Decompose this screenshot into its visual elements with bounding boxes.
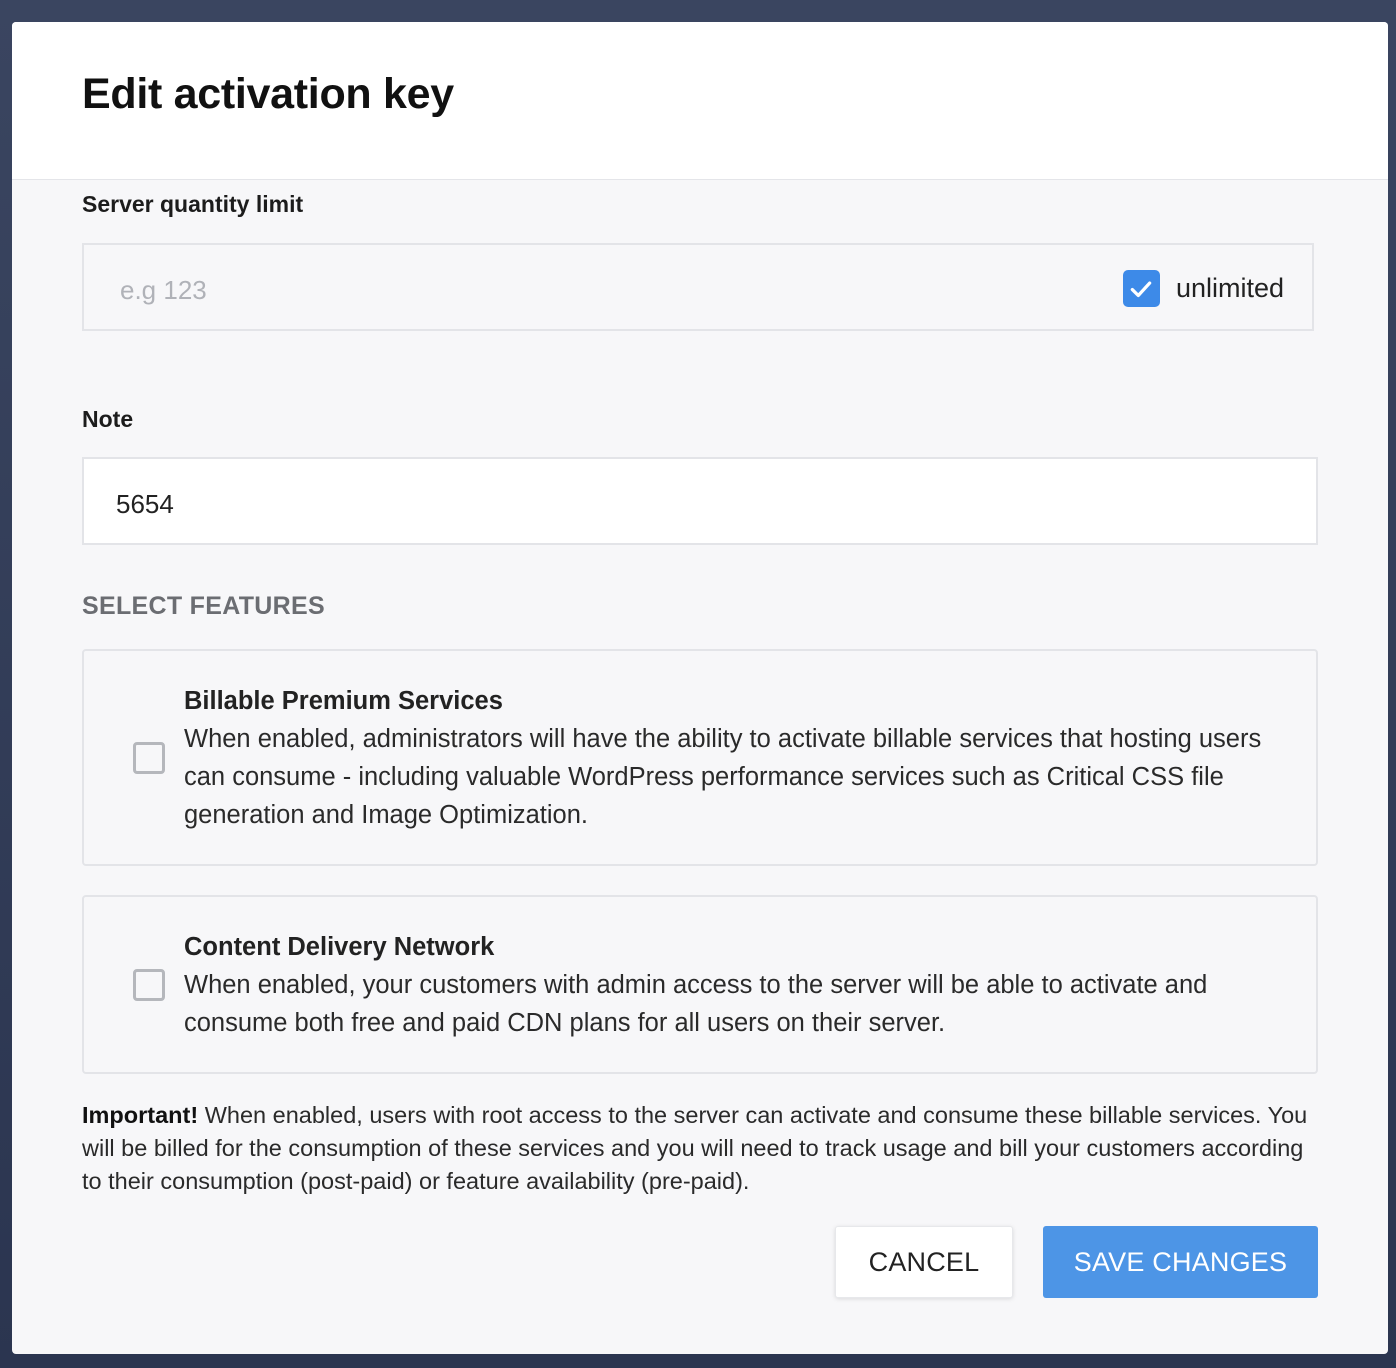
feature-title: Billable Premium Services	[184, 687, 503, 715]
edit-activation-key-dialog: Edit activation key Server quantity limi…	[12, 22, 1388, 1354]
select-features-heading: SELECT FEATURES	[82, 592, 325, 620]
feature-card-content-delivery-network[interactable]: Content Delivery Network When enabled, y…	[82, 895, 1318, 1074]
unlimited-checkbox-box[interactable]	[1122, 270, 1160, 307]
notice-text: When enabled, users with root access to …	[82, 1102, 1308, 1194]
feature-description: When enabled, your customers with admin …	[184, 971, 1208, 1037]
feature-text: Content Delivery Network When enabled, y…	[184, 928, 1276, 1042]
feature-card-billable-premium-services[interactable]: Billable Premium Services When enabled, …	[82, 649, 1318, 866]
feature-description: When enabled, administrators will have t…	[184, 725, 1262, 829]
note-field	[82, 457, 1318, 545]
save-changes-button[interactable]: SAVE CHANGES	[1043, 1226, 1318, 1298]
server-quantity-field: unlimited	[82, 243, 1314, 331]
note-input[interactable]	[114, 483, 1218, 525]
notice-strong: Important!	[82, 1102, 199, 1128]
server-quantity-input[interactable]	[118, 269, 1022, 311]
unlimited-checkbox[interactable]: unlimited	[1122, 270, 1284, 307]
billable-premium-services-checkbox[interactable]	[133, 742, 165, 774]
feature-title: Content Delivery Network	[184, 933, 495, 961]
note-label: Note	[82, 406, 134, 432]
server-quantity-label: Server quantity limit	[82, 191, 304, 217]
dialog-title: Edit activation key	[82, 70, 454, 118]
check-icon	[1131, 280, 1152, 297]
unlimited-label: unlimited	[1175, 273, 1284, 303]
billing-notice: Important! When enabled, users with root…	[82, 1099, 1312, 1198]
cancel-button[interactable]: CANCEL	[835, 1226, 1013, 1298]
feature-text: Billable Premium Services When enabled, …	[184, 682, 1276, 834]
content-delivery-network-checkbox[interactable]	[133, 969, 165, 1001]
